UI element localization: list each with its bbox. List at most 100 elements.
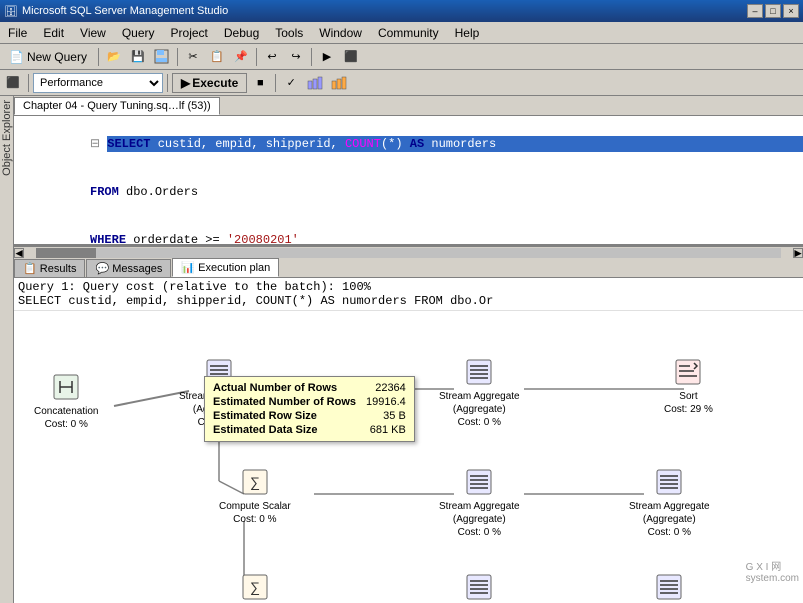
toolbar-redo-button[interactable]: ↪ [285, 46, 307, 68]
tooltip-label-2: Estimated Number of Rows [213, 396, 366, 408]
tooltip-label-4: Estimated Data Size [213, 424, 328, 436]
scroll-right-btn[interactable]: ► [793, 248, 803, 258]
results-tab[interactable]: 📋 Results [14, 259, 85, 277]
menu-community[interactable]: Community [370, 22, 447, 43]
menu-file[interactable]: File [0, 22, 35, 43]
sort-cost: Cost: 29 % [664, 403, 713, 416]
stream-aggregate-3-node[interactable]: Stream Aggregate (Aggregate) Cost: 0 % [439, 466, 520, 539]
stream-agg-3-label: Stream Aggregate [439, 500, 520, 513]
stream-aggregate-5-node[interactable]: Stream Aggregate (Aggregate) Cost: 0 % [439, 571, 520, 603]
tooltip-value-4: 681 KB [370, 424, 406, 436]
sql-editor[interactable]: ⊟ SELECT custid, empid, shipperid, COUNT… [14, 116, 803, 246]
sql-line-3: WHERE orderdate >= '20080201' [18, 216, 799, 246]
toolbar2-include-plan-button[interactable] [328, 72, 350, 94]
stream-agg-2-sublabel: (Aggregate) [439, 403, 520, 416]
new-query-button[interactable]: 📄 New Query [2, 47, 94, 67]
stream-agg-4-sublabel: (Aggregate) [629, 513, 710, 526]
plan-visualization: Concatenation Cost: 0 % [14, 311, 803, 586]
menu-debug[interactable]: Debug [216, 22, 267, 43]
menu-window[interactable]: Window [311, 22, 370, 43]
compute-scalar-1-node[interactable]: ∑ Compute Scalar Cost: 0 % [219, 466, 291, 526]
concatenation-node[interactable]: Concatenation Cost: 0 % [34, 371, 99, 431]
include-plan-icon [331, 75, 347, 91]
new-query-label: New Query [27, 50, 87, 64]
execution-plan-tab[interactable]: 📊 Execution plan [172, 258, 279, 277]
maximize-button[interactable]: □ [765, 4, 781, 18]
messages-tab[interactable]: 💬 Messages [86, 259, 171, 277]
close-button[interactable]: × [783, 4, 799, 18]
stream-aggregate-4-node[interactable]: Stream Aggregate (Aggregate) Cost: 0 % [629, 466, 710, 539]
toolbar-paste-button[interactable]: 📌 [230, 46, 252, 68]
scroll-left-btn[interactable]: ◄ [14, 248, 24, 258]
svg-text:∑: ∑ [250, 474, 260, 490]
h-scrollbar[interactable]: ◄ ► [14, 246, 803, 258]
messages-tab-icon: 💬 [95, 263, 109, 275]
stream-agg-3-cost: Cost: 0 % [439, 526, 520, 539]
menu-tools[interactable]: Tools [267, 22, 311, 43]
stream-agg-4-cost: Cost: 0 % [629, 526, 710, 539]
toolbar-open-button[interactable]: 📂 [103, 46, 125, 68]
toolbar2-stop-button[interactable]: ■ [249, 72, 271, 94]
toolbar2-display-plan-button[interactable] [304, 72, 326, 94]
toolbar-save-button[interactable]: 💾 [127, 46, 149, 68]
svg-text:∑: ∑ [250, 579, 260, 595]
compute-scalar-2-node[interactable]: ∑ Compute Scalar Cost: 0 % [219, 571, 291, 603]
toolbar-sep-4 [311, 48, 312, 66]
minimize-button[interactable]: – [747, 4, 763, 18]
menu-project[interactable]: Project [163, 22, 216, 43]
toolbar-sep-2 [177, 48, 178, 66]
stream-aggregate-6-node[interactable]: Stream Aggregate (Agg Cos [629, 571, 710, 603]
menu-view[interactable]: View [72, 22, 114, 43]
toolbar-stop-button[interactable]: ⬛ [340, 46, 362, 68]
sql-line-1: ⊟ SELECT custid, empid, shipperid, COUNT… [18, 120, 799, 168]
toolbar2-icon1[interactable]: ⬛ [2, 72, 24, 94]
results-tab-bar: 📋 Results 💬 Messages 📊 Execution plan [14, 258, 803, 278]
document-tab[interactable]: Chapter 04 - Query Tuning.sq…lf (53)) [14, 97, 220, 115]
compute-scalar-2-icon: ∑ [239, 571, 271, 603]
toolbar-undo-button[interactable]: ↩ [261, 46, 283, 68]
tooltip-popup: Actual Number of Rows 22364 Estimated Nu… [204, 376, 415, 442]
menu-query[interactable]: Query [114, 22, 163, 43]
menu-help[interactable]: Help [447, 22, 488, 43]
stream-agg-2-cost: Cost: 0 % [439, 416, 520, 429]
compute-scalar-1-icon: ∑ [239, 466, 271, 498]
toolbar-1: 📄 New Query 📂 💾 ✂ 📋 📌 ↩ ↪ ▶ ⬛ [0, 44, 803, 70]
toolbar2-sep-2 [167, 74, 168, 92]
stream-agg-3-icon [463, 466, 495, 498]
sort-node[interactable]: Sort Cost: 29 % [664, 356, 713, 416]
tooltip-label-1: Actual Number of Rows [213, 382, 347, 394]
toolbar-copy-button[interactable]: 📋 [206, 46, 228, 68]
display-plan-icon [307, 75, 323, 91]
stream-agg-4-label: Stream Aggregate [629, 500, 710, 513]
results-tab-icon: 📋 [23, 263, 37, 275]
toolbar-sep-3 [256, 48, 257, 66]
stream-agg-4-icon [653, 466, 685, 498]
performance-dropdown[interactable]: Performance [33, 73, 163, 93]
scroll-thumb[interactable] [36, 248, 96, 258]
stream-agg-5-icon [463, 571, 495, 603]
menu-edit[interactable]: Edit [35, 22, 72, 43]
execute-play-icon: ▶ [181, 76, 190, 90]
toolbar-save-all-button[interactable] [151, 46, 173, 68]
stream-aggregate-2-node[interactable]: Stream Aggregate (Aggregate) Cost: 0 % [439, 356, 520, 429]
toolbar-cut-button[interactable]: ✂ [182, 46, 204, 68]
toolbar2-sep-1 [28, 74, 29, 92]
stream-agg-2-label: Stream Aggregate [439, 390, 520, 403]
document-tab-bar: Chapter 04 - Query Tuning.sq…lf (53)) [14, 96, 803, 116]
plan-connectors [14, 311, 803, 586]
title-bar-icon: 🗄 [4, 5, 18, 18]
toolbar2-parse-button[interactable]: ✓ [280, 72, 302, 94]
plan-header-line2: SELECT custid, empid, shipperid, COUNT(*… [18, 294, 799, 308]
object-explorer-label: Object Explorer [1, 100, 13, 176]
title-text: Microsoft SQL Server Management Studio [22, 5, 228, 17]
compute-scalar-1-cost: Cost: 0 % [219, 513, 291, 526]
tooltip-row-3: Estimated Row Size 35 B [213, 409, 406, 423]
execution-plan-content: Query 1: Query cost (relative to the bat… [14, 278, 803, 603]
toolbar-2: ⬛ Performance ▶ Execute ■ ✓ [0, 70, 803, 96]
toolbar-debug-button[interactable]: ▶ [316, 46, 338, 68]
stream-agg-2-icon [463, 356, 495, 388]
title-bar: 🗄 Microsoft SQL Server Management Studio… [0, 0, 803, 22]
tooltip-row-2: Estimated Number of Rows 19916.4 [213, 395, 406, 409]
sort-label: Sort [664, 390, 713, 403]
execute-button[interactable]: ▶ Execute [172, 73, 247, 93]
